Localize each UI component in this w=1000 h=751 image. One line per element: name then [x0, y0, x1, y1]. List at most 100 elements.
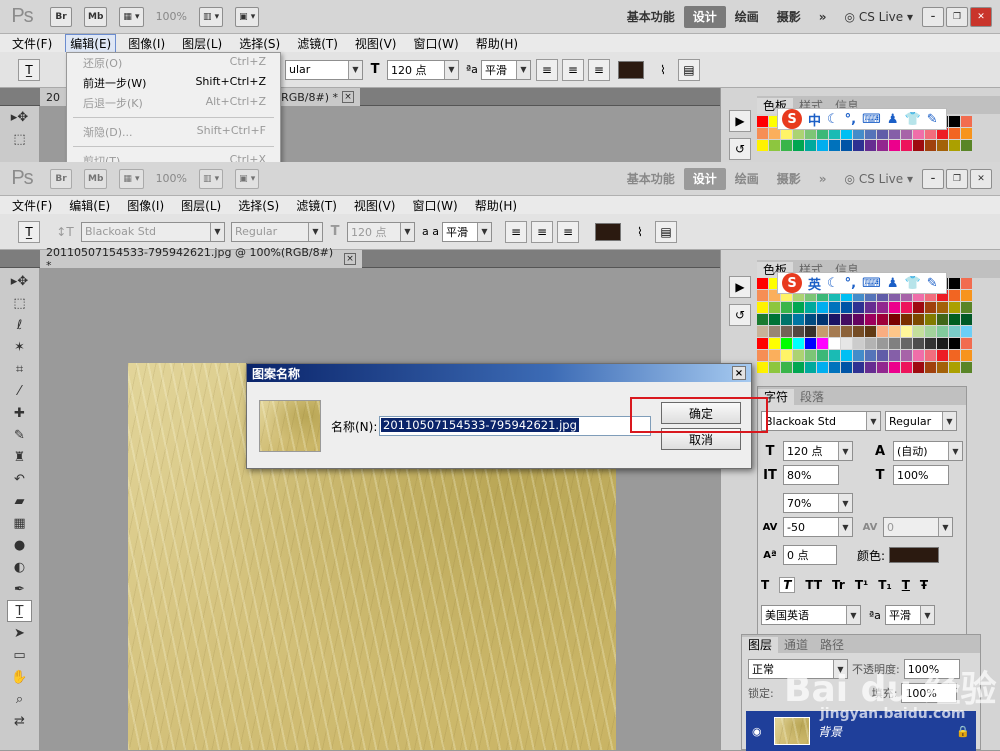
- color-swatch[interactable]: [901, 314, 912, 325]
- edit-menu-item[interactable]: 还原(O) Ctrl+Z: [67, 53, 280, 73]
- magic-wand-icon[interactable]: ✶: [0, 336, 39, 358]
- color-swatch[interactable]: [817, 140, 828, 151]
- color-swatch[interactable]: [949, 278, 960, 289]
- color-swatch[interactable]: [925, 350, 936, 361]
- color-swatch[interactable]: [901, 350, 912, 361]
- menu-select[interactable]: 选择(S): [226, 197, 284, 214]
- healing-brush-icon[interactable]: ✚: [0, 402, 39, 424]
- color-swatch[interactable]: [889, 338, 900, 349]
- menu-edit[interactable]: 编辑(E): [65, 33, 117, 53]
- visibility-eye-icon[interactable]: ◉: [752, 725, 766, 738]
- align-left-icon[interactable]: ≡: [504, 220, 527, 243]
- color-swatch[interactable]: [961, 338, 972, 349]
- char-antialias[interactable]: 平滑 ▼: [884, 605, 935, 625]
- color-swatch[interactable]: [757, 278, 768, 289]
- color-swatch[interactable]: [877, 338, 888, 349]
- minimize-button[interactable]: –: [922, 6, 944, 27]
- color-swatch[interactable]: [829, 314, 840, 325]
- color-swatch[interactable]: [805, 314, 816, 325]
- menu-file[interactable]: 文件(F): [0, 35, 57, 52]
- strikethrough-button[interactable]: Ŧ: [920, 578, 928, 592]
- underline-button[interactable]: T: [902, 578, 910, 592]
- align-center-icon[interactable]: ≡: [561, 58, 584, 81]
- ws-design[interactable]: 设计: [683, 167, 726, 190]
- color-swatch[interactable]: [913, 302, 924, 313]
- menu-image[interactable]: 图像(I): [115, 197, 169, 214]
- panels-toggle-icon[interactable]: ▤: [654, 220, 677, 243]
- char-tracking-pct[interactable]: 70% ▼: [783, 493, 853, 513]
- color-swatch[interactable]: [805, 302, 816, 313]
- color-swatch[interactable]: [841, 140, 852, 151]
- skin-icon[interactable]: 👕: [905, 112, 921, 127]
- zoom-level[interactable]: 100%: [156, 10, 187, 23]
- menu-layer[interactable]: 图层(L): [170, 35, 227, 52]
- color-swatch[interactable]: [757, 290, 768, 301]
- color-swatch[interactable]: [853, 326, 864, 337]
- tab-paths[interactable]: 路径: [814, 637, 850, 653]
- ws-photography[interactable]: 摄影: [768, 6, 810, 28]
- tab-paragraph[interactable]: 段落: [794, 389, 830, 405]
- superscript-button[interactable]: T¹: [855, 578, 868, 592]
- ime-mode[interactable]: 英: [808, 274, 821, 293]
- color-swatch[interactable]: [913, 326, 924, 337]
- char-baseline[interactable]: 0 点: [783, 545, 837, 565]
- color-swatch[interactable]: [877, 140, 888, 151]
- color-swatch[interactable]: [841, 326, 852, 337]
- edit-menu-item[interactable]: 前进一步(W) Shift+Ctrl+Z: [67, 73, 280, 93]
- char-hscale[interactable]: 100%: [893, 465, 949, 485]
- color-swatch[interactable]: [949, 350, 960, 361]
- color-swatch[interactable]: [889, 140, 900, 151]
- color-swatch[interactable]: [961, 290, 972, 301]
- color-swatch[interactable]: [757, 362, 768, 373]
- menu-view[interactable]: 视图(V): [342, 197, 401, 214]
- color-swatch[interactable]: [937, 326, 948, 337]
- color-swatch[interactable]: [877, 326, 888, 337]
- bridge-button[interactable]: Br: [50, 6, 72, 27]
- color-swap-icon[interactable]: ⇄: [0, 710, 39, 732]
- pen-tool-icon[interactable]: ✒: [0, 578, 39, 600]
- color-swatch[interactable]: [949, 326, 960, 337]
- color-swatch[interactable]: [781, 302, 792, 313]
- history-icon[interactable]: ↺: [729, 138, 751, 160]
- menu-help[interactable]: 帮助(H): [464, 35, 523, 52]
- edit-menu-item[interactable]: 渐隐(D)... Shift+Ctrl+F: [67, 122, 280, 142]
- color-swatch[interactable]: [877, 302, 888, 313]
- color-swatch[interactable]: [937, 350, 948, 361]
- stamp-tool-icon[interactable]: ♜: [0, 446, 39, 468]
- color-swatch[interactable]: [841, 338, 852, 349]
- shape-tool-icon[interactable]: ▭: [0, 644, 39, 666]
- color-swatch[interactable]: [889, 314, 900, 325]
- color-swatch[interactable]: [877, 362, 888, 373]
- color-swatch[interactable]: [925, 326, 936, 337]
- ws-design[interactable]: 设计: [683, 5, 726, 28]
- color-swatch[interactable]: [805, 338, 816, 349]
- move-tool-icon[interactable]: ▸✥: [0, 270, 39, 292]
- color-swatch[interactable]: [793, 314, 804, 325]
- align-right-icon[interactable]: ≡: [556, 220, 579, 243]
- edit-menu-item[interactable]: 后退一步(K) Alt+Ctrl+Z: [67, 93, 280, 113]
- punct-icon[interactable]: °,: [845, 276, 856, 291]
- color-swatch[interactable]: [889, 362, 900, 373]
- color-swatch[interactable]: [877, 350, 888, 361]
- color-swatch[interactable]: [793, 302, 804, 313]
- color-swatch[interactable]: [937, 362, 948, 373]
- subscript-button[interactable]: T₁: [878, 578, 891, 592]
- ws-overflow[interactable]: »: [810, 168, 836, 190]
- color-swatch[interactable]: [769, 140, 780, 151]
- font-family-select[interactable]: Blackoak Std ▼: [81, 221, 225, 242]
- close-button[interactable]: ✕: [970, 6, 992, 27]
- align-center-icon[interactable]: ≡: [530, 220, 553, 243]
- gradient-tool-icon[interactable]: ▦: [0, 512, 39, 534]
- color-swatch[interactable]: [949, 290, 960, 301]
- restore-button[interactable]: ❐: [946, 168, 968, 189]
- history-brush-icon[interactable]: ↶: [0, 468, 39, 490]
- type-tool-icon[interactable]: T̲: [18, 58, 40, 81]
- color-swatch[interactable]: [769, 362, 780, 373]
- zoom-level[interactable]: 100%: [156, 172, 187, 185]
- keyboard-icon[interactable]: ⌨: [862, 276, 881, 291]
- move-tool-icon[interactable]: ▸✥: [0, 106, 39, 128]
- color-swatch[interactable]: [949, 314, 960, 325]
- minimize-button[interactable]: –: [922, 168, 944, 189]
- color-swatch[interactable]: [853, 338, 864, 349]
- restore-button[interactable]: ❐: [946, 6, 968, 27]
